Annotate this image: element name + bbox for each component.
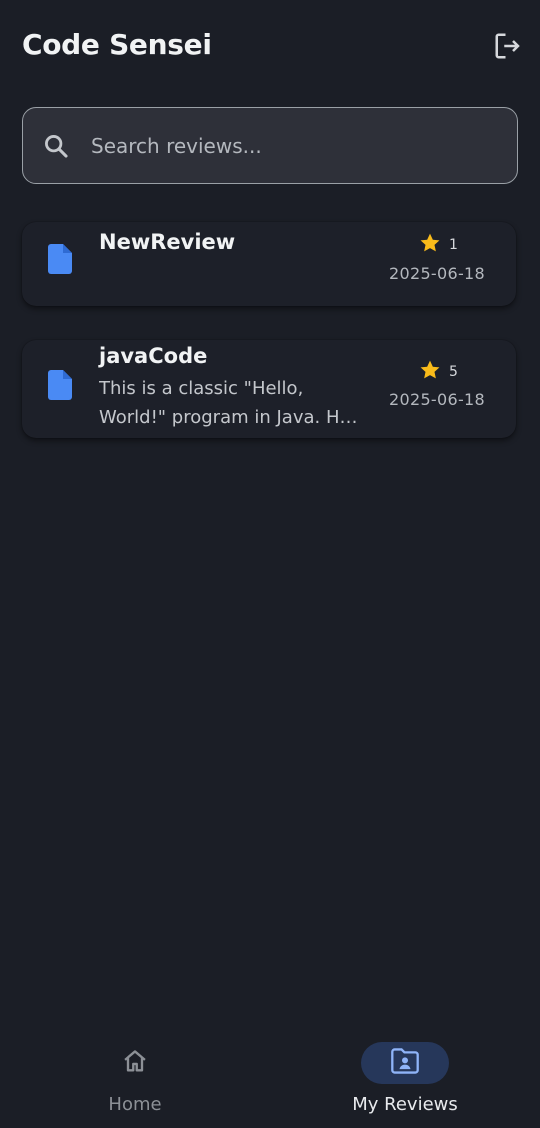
review-title: NewReview [99, 230, 236, 254]
search-input[interactable] [91, 125, 517, 166]
nav-label-my-reviews: My Reviews [352, 1094, 458, 1115]
nav-item-my-reviews[interactable]: My Reviews [305, 1042, 505, 1122]
logout-icon [493, 31, 523, 65]
search-icon [41, 131, 71, 161]
star-icon [419, 232, 441, 258]
review-rating: 1 [419, 232, 458, 258]
folder-account-icon [390, 1047, 420, 1079]
rating-value: 5 [449, 364, 458, 380]
search-bar[interactable] [22, 107, 518, 184]
app-title: Code Sensei [22, 28, 212, 61]
review-title: javaCode [99, 344, 208, 368]
bottom-navigation: Home My Reviews [0, 1028, 540, 1128]
rating-value: 1 [449, 237, 458, 253]
logout-button[interactable] [488, 28, 528, 68]
app-header: Code Sensei [0, 0, 540, 96]
review-date: 2025-06-18 [389, 264, 485, 283]
app-root: Code Sensei NewReview [0, 0, 540, 1128]
review-rating: 5 [419, 359, 458, 385]
nav-label-home: Home [108, 1094, 162, 1115]
file-icon [48, 244, 72, 274]
star-icon [419, 359, 441, 385]
review-card[interactable]: NewReview 1 2025-06-18 [22, 222, 516, 306]
nav-item-home[interactable]: Home [35, 1042, 235, 1122]
review-card[interactable]: javaCode This is a classic "Hello, World… [22, 340, 516, 438]
nav-indicator [91, 1042, 179, 1084]
home-icon [121, 1047, 149, 1079]
file-icon [48, 370, 72, 400]
review-date: 2025-06-18 [389, 390, 485, 409]
review-description: This is a classic "Hello, World!" progra… [99, 378, 358, 428]
nav-indicator-active [361, 1042, 449, 1084]
